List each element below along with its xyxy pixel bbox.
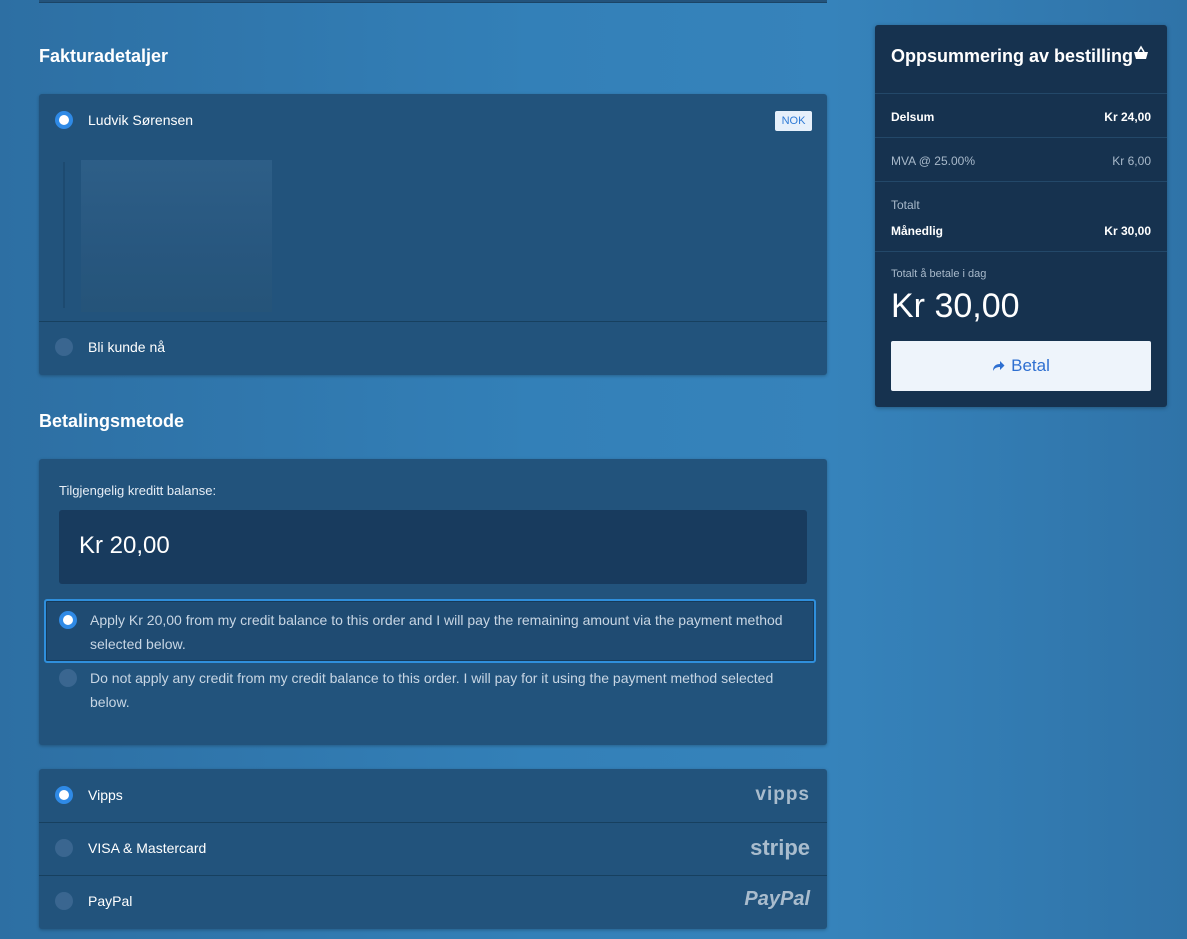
card-radio[interactable]	[55, 839, 73, 857]
summary-divider-2	[875, 137, 1167, 138]
payment-section-title: Betalingsmetode	[39, 411, 185, 431]
address-redacted-block	[81, 160, 272, 312]
summary-divider-3	[875, 181, 1167, 182]
apply-credit-radio[interactable]	[59, 611, 77, 629]
vat-value: Kr 6,00	[1112, 154, 1151, 168]
account-name: Ludvik Sørensen	[88, 112, 194, 128]
credit-balance-label: Tilgjengelig kreditt balanse:	[59, 483, 217, 498]
previous-card-edge	[39, 0, 827, 3]
subtotal-value: Kr 24,00	[1104, 110, 1151, 124]
paypal-label[interactable]: PayPal	[88, 893, 132, 909]
new-customer-label[interactable]: Bli kunde nå	[88, 339, 165, 355]
subtotal-label: Delsum	[891, 110, 935, 124]
vipps-radio[interactable]	[55, 786, 73, 804]
stripe-logo: stripe	[750, 835, 810, 860]
method-divider-1	[39, 822, 827, 823]
billing-divider	[39, 321, 827, 322]
vipps-label[interactable]: Vipps	[88, 787, 123, 803]
summary-title: Oppsummering av bestilling	[891, 46, 1134, 66]
summary-divider-4	[875, 251, 1167, 252]
new-customer-radio[interactable]	[55, 338, 73, 356]
total-label: Totalt	[891, 198, 920, 212]
credit-balance-amount: Kr 20,00	[59, 510, 807, 584]
no-credit-radio[interactable]	[59, 669, 77, 687]
share-arrow-icon	[993, 361, 1005, 371]
billing-card: Ludvik Sørensen NOK Bli kunde nå	[39, 94, 827, 375]
no-credit-text[interactable]: Do not apply any credit from my credit b…	[90, 666, 800, 714]
basket-icon	[1134, 45, 1148, 59]
credit-card-panel: Tilgjengelig kreditt balanse: Kr 20,00 A…	[39, 459, 827, 745]
order-summary-panel: Oppsummering av bestilling Delsum Kr 24,…	[875, 25, 1167, 407]
pay-button[interactable]: Betal	[891, 341, 1151, 391]
vipps-logo: vipps	[755, 784, 810, 805]
address-indent-line	[63, 162, 65, 308]
method-divider-2	[39, 875, 827, 876]
currency-badge: NOK	[775, 111, 812, 131]
monthly-label: Månedlig	[891, 224, 944, 238]
due-today-value: Kr 30,00	[891, 287, 1020, 325]
paypal-radio[interactable]	[55, 892, 73, 910]
paypal-logo: PayPal	[744, 888, 810, 910]
pay-button-label: Betal	[1011, 356, 1050, 375]
vat-label: MVA @ 25.00%	[891, 154, 975, 168]
billing-section-title: Fakturadetaljer	[39, 46, 169, 66]
account-radio[interactable]	[55, 111, 73, 129]
due-today-label: Totalt å betale i dag	[891, 268, 987, 280]
card-label[interactable]: VISA & Mastercard	[88, 840, 206, 856]
payment-methods-card: Vipps vipps VISA & Mastercard stripe Pay…	[39, 769, 827, 929]
summary-divider-1	[875, 93, 1167, 94]
apply-credit-text[interactable]: Apply Kr 20,00 from my credit balance to…	[90, 608, 800, 656]
monthly-value: Kr 30,00	[1104, 224, 1151, 238]
